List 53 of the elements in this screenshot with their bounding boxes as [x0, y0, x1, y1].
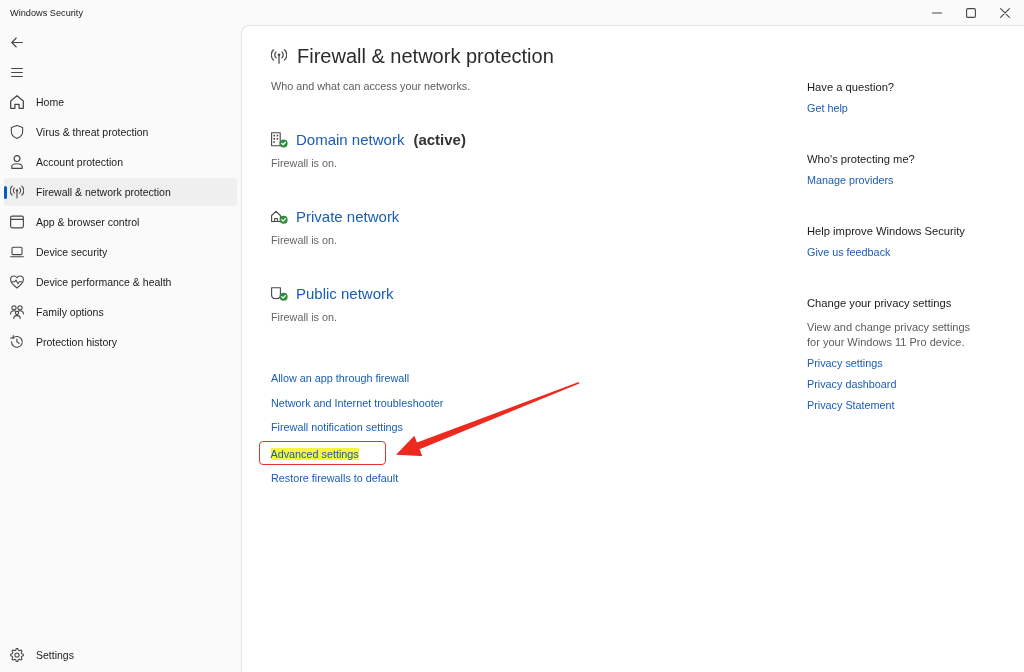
side-link[interactable]: Privacy Statement — [807, 397, 895, 413]
action-link[interactable]: Allow an app through firewall — [271, 370, 410, 386]
menu-icon[interactable] — [11, 66, 23, 78]
status-text: Firewall is on. — [271, 310, 337, 325]
side-link[interactable]: Privacy settings — [807, 355, 883, 371]
status-text: Firewall is on. — [271, 156, 337, 171]
sidebar-item[interactable]: Firewall & network protection — [4, 178, 237, 206]
sidebar-item[interactable]: Family options — [4, 298, 237, 326]
status-text: Firewall is on. — [271, 233, 337, 248]
laptop-icon — [10, 245, 24, 259]
section-description: View and change privacy settings for your Windows 11 Pro device. — [807, 319, 972, 350]
side-link[interactable]: Privacy dashboard — [807, 376, 897, 392]
close-icon[interactable] — [1000, 7, 1010, 18]
action-link[interactable]: Restore firewalls to default — [271, 469, 399, 486]
sidebar-item[interactable]: Account protection — [4, 148, 237, 176]
heart-pulse-icon — [10, 275, 24, 289]
sidebar-item[interactable]: Settings — [4, 641, 237, 669]
antenna-icon — [10, 185, 24, 199]
side-link[interactable]: Get help — [807, 100, 848, 116]
app-window-icon — [10, 215, 24, 229]
maximize-icon[interactable] — [966, 7, 976, 18]
person-icon — [10, 155, 24, 169]
people-icon — [10, 305, 24, 319]
house-check-icon — [271, 209, 288, 225]
section-heading: Change your privacy settings — [807, 296, 952, 311]
active-label: (active) — [413, 130, 466, 150]
history-icon — [10, 335, 24, 349]
network-link[interactable]: Domain network — [296, 130, 405, 150]
page-title: Firewall & network protection — [297, 44, 554, 69]
section-heading: Who's protecting me? — [807, 152, 915, 167]
window-title: Windows Security — [10, 7, 83, 18]
sidebar-item[interactable]: Virus & threat protection — [4, 118, 237, 146]
sidebar-item[interactable]: Device performance & health — [4, 268, 237, 296]
mug-check-icon — [271, 286, 288, 302]
action-link[interactable]: Firewall notification settings — [271, 419, 404, 436]
sidebar-item[interactable]: Protection history — [4, 328, 237, 356]
antenna-icon — [271, 48, 287, 64]
back-icon[interactable] — [11, 36, 23, 48]
settings-icon — [10, 648, 24, 662]
sidebar-item[interactable]: Home — [4, 88, 237, 116]
sidebar-item[interactable]: Device security — [4, 238, 237, 266]
network-link[interactable]: Private network — [296, 207, 400, 227]
side-link[interactable]: Manage providers — [807, 172, 894, 188]
home-icon — [10, 95, 24, 109]
page-subtitle: Who and what can access your networks. — [271, 79, 471, 94]
action-link[interactable]: Network and Internet troubleshooter — [271, 394, 444, 411]
building-check-icon — [271, 132, 288, 148]
section-heading: Help improve Windows Security — [807, 224, 965, 239]
side-link[interactable]: Give us feedback — [807, 244, 891, 260]
section-heading: Have a question? — [807, 80, 895, 95]
network-link[interactable]: Public network — [296, 284, 394, 304]
sidebar-item[interactable]: App & browser control — [4, 208, 237, 236]
shield-icon — [10, 125, 24, 139]
